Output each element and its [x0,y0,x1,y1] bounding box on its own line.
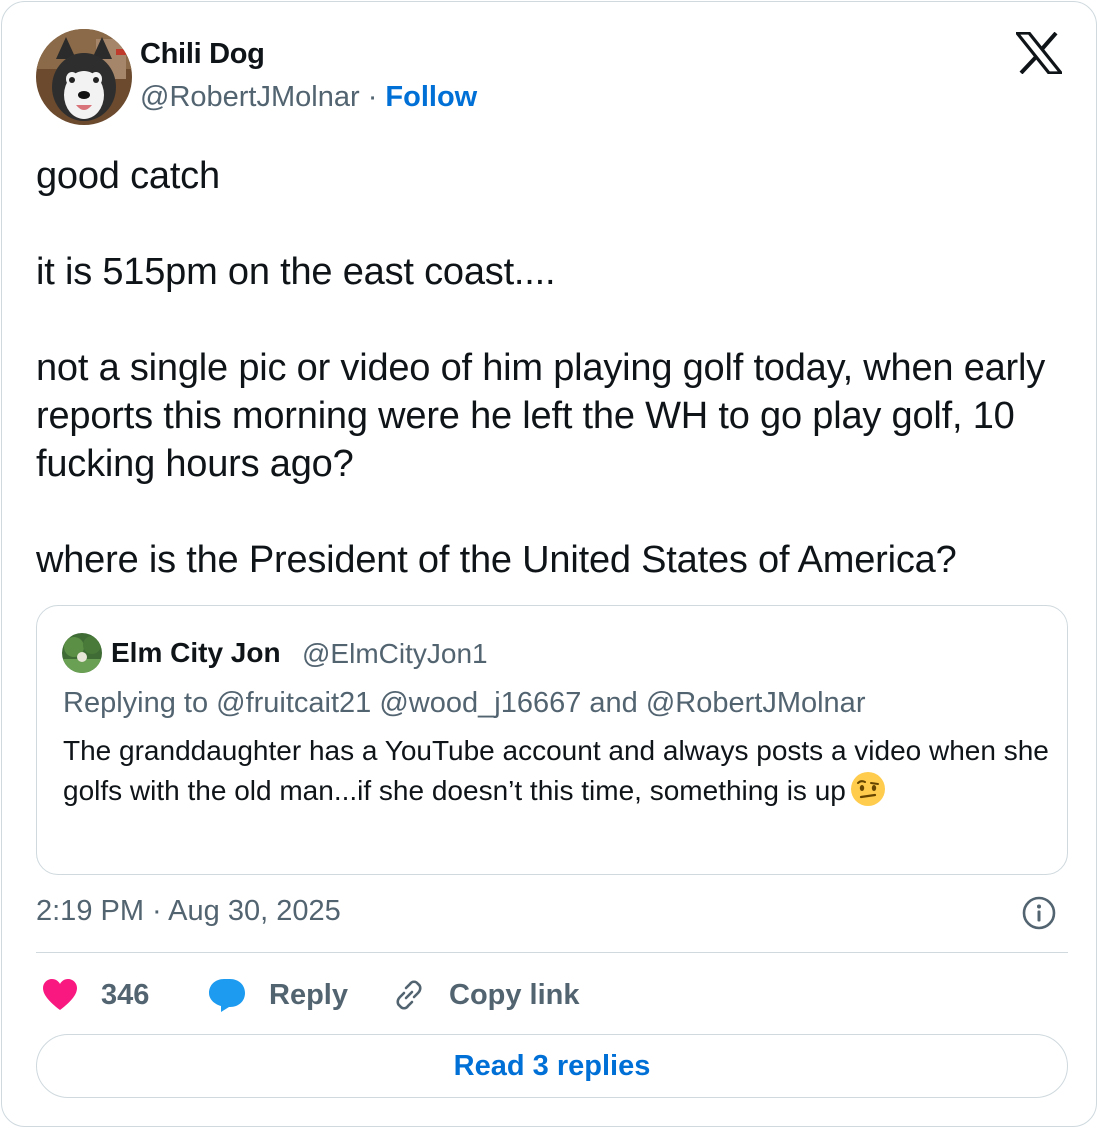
divider [36,952,1068,953]
tweet-body: good catch it is 515pm on the east coast… [36,152,1056,584]
x-logo-icon[interactable] [1013,31,1065,75]
author-handle[interactable]: @RobertJMolnar [140,81,360,113]
tweet-paragraph: not a single pic or video of him playing… [36,347,1046,485]
read-replies-button[interactable]: Read 3 replies [36,1034,1068,1098]
author-handle-row: @RobertJMolnar · Follow [140,81,477,114]
reply-bubble-icon [208,977,246,1013]
tweet-timestamp[interactable]: 2:19 PM · Aug 30, 2025 [36,895,341,928]
author-avatar[interactable] [36,29,132,125]
heart-icon [42,978,78,1012]
reply-button[interactable]: Reply [208,972,348,1018]
tweet-paragraph: good catch [36,155,220,197]
reply-label: Reply [269,978,348,1011]
face-with-raised-eyebrow-emoji-icon [850,771,886,807]
author-display-name[interactable]: Chili Dog [140,38,265,71]
quoted-text: The granddaughter has a YouTube account … [63,731,1053,811]
green-landscape-avatar-icon [62,633,102,673]
copy-link-button[interactable]: Copy link [392,972,580,1018]
like-button[interactable]: 346 [42,972,149,1018]
copy-link-label: Copy link [449,978,580,1011]
husky-dog-avatar-icon [36,29,132,125]
handle-separator: · [367,81,378,113]
quoted-author-avatar[interactable] [62,633,102,673]
info-icon[interactable] [1022,896,1056,930]
quoted-display-name[interactable]: Elm City Jon [111,637,281,669]
like-count: 346 [101,978,150,1011]
quoted-tweet[interactable]: Elm City Jon @ElmCityJon1 Replying to @f… [36,605,1068,875]
link-icon [392,978,426,1012]
tweet-paragraph: it is 515pm on the east coast.... [36,251,556,293]
quoted-text-content: The granddaughter has a YouTube account … [63,735,1049,806]
replying-to-line: Replying to @fruitcait21 @wood_j16667 an… [63,687,866,719]
tweet-card: Chili Dog @RobertJMolnar · Follow good c… [1,1,1097,1127]
quoted-handle[interactable]: @ElmCityJon1 [302,638,488,670]
tweet-paragraph: where is the President of the United Sta… [36,539,957,581]
follow-button[interactable]: Follow [385,81,477,113]
